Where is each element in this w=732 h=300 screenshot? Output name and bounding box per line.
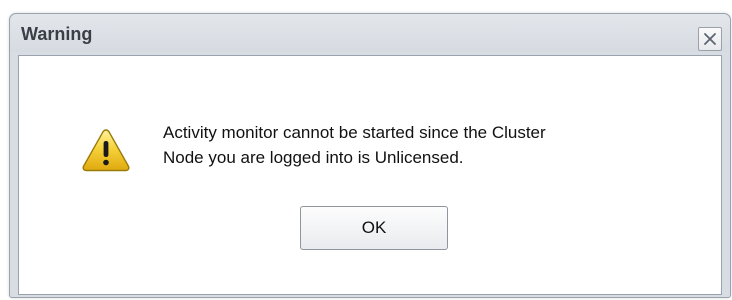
warning-message-line-1: Activity monitor cannot be started since… <box>163 123 546 142</box>
close-icon <box>704 33 716 45</box>
ok-button[interactable]: OK <box>300 206 448 250</box>
warning-message-line-2: Node you are logged into is Unlicensed. <box>163 148 464 167</box>
warning-icon <box>82 129 130 172</box>
dialog-titlebar[interactable]: Warning <box>10 14 730 52</box>
warning-dialog: Warning Activity monitor cannot be start… <box>9 13 731 298</box>
close-button[interactable] <box>698 27 722 51</box>
dialog-body: Activity monitor cannot be started since… <box>18 55 722 295</box>
warning-message: Activity monitor cannot be started since… <box>163 120 683 170</box>
dialog-title: Warning <box>21 24 93 44</box>
